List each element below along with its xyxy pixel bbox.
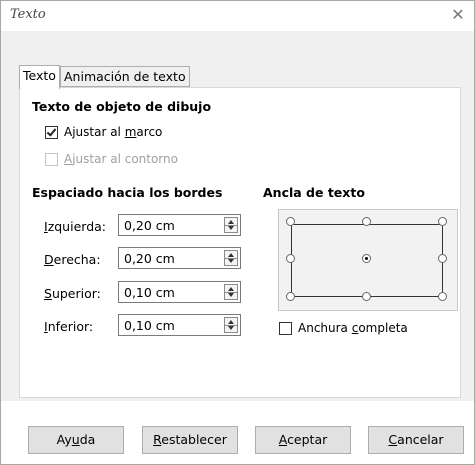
anchor-bottom-center-radio[interactable] bbox=[362, 292, 371, 301]
top-spacing-value[interactable]: 0,10 cm bbox=[124, 285, 175, 300]
drawing-object-heading: Texto de objeto de dibujo bbox=[32, 99, 212, 114]
right-label: Derecha: bbox=[44, 252, 101, 267]
bottom-spacing-stepper[interactable] bbox=[224, 317, 238, 333]
anchor-top-right-radio[interactable] bbox=[438, 217, 447, 226]
anchor-middle-right-radio[interactable] bbox=[438, 254, 447, 263]
text-anchor-control[interactable] bbox=[278, 209, 458, 311]
cancel-button[interactable]: Cancelar bbox=[368, 426, 464, 454]
right-spacing-field[interactable]: 0,20 cm bbox=[118, 247, 241, 269]
stepper-up-icon[interactable] bbox=[228, 220, 234, 224]
fit-frame-label: Ajustar al marco bbox=[64, 125, 163, 139]
anchor-top-center-radio[interactable] bbox=[362, 217, 371, 226]
tab-texto-label: Texto bbox=[23, 68, 56, 83]
anchor-bottom-left-radio[interactable] bbox=[286, 292, 295, 301]
left-label: Izquierda: bbox=[44, 219, 106, 234]
top-label: Superior: bbox=[44, 286, 101, 301]
fit-frame-checkbox[interactable]: Ajustar al marco bbox=[45, 125, 162, 139]
dialog-title: Texto bbox=[10, 7, 46, 22]
fit-contour-check-box[interactable] bbox=[45, 152, 58, 166]
fit-contour-checkbox[interactable]: Ajustar al contorno bbox=[45, 152, 178, 166]
anchor-center-radio[interactable] bbox=[362, 254, 371, 263]
stepper-up-icon[interactable] bbox=[228, 287, 234, 291]
stepper-up-icon[interactable] bbox=[228, 320, 234, 324]
right-spacing-value[interactable]: 0,20 cm bbox=[124, 251, 175, 266]
title-bar: Texto ✕ bbox=[1, 1, 474, 31]
anchor-bottom-right-radio[interactable] bbox=[438, 292, 447, 301]
stepper-down-icon[interactable] bbox=[228, 259, 234, 263]
right-spacing-stepper[interactable] bbox=[224, 250, 238, 266]
help-button[interactable]: Ayuda bbox=[28, 426, 124, 454]
ok-button[interactable]: Aceptar bbox=[255, 426, 351, 454]
stepper-down-icon[interactable] bbox=[228, 226, 234, 230]
fit-frame-check-box[interactable] bbox=[45, 125, 58, 139]
anchor-middle-left-radio[interactable] bbox=[286, 254, 295, 263]
top-spacing-stepper[interactable] bbox=[224, 284, 238, 300]
full-width-check-box[interactable] bbox=[279, 321, 292, 335]
reset-button[interactable]: Restablecer bbox=[142, 426, 238, 454]
stepper-down-icon[interactable] bbox=[228, 326, 234, 330]
top-spacing-field[interactable]: 0,10 cm bbox=[118, 281, 241, 303]
anchor-heading: Ancla de texto bbox=[263, 185, 365, 200]
left-spacing-value[interactable]: 0,20 cm bbox=[124, 218, 175, 233]
bottom-label: Inferior: bbox=[44, 319, 94, 334]
tab-animacion-de-texto[interactable]: Animación de texto bbox=[60, 66, 190, 87]
text-dialog: Texto ✕ Texto Animación de texto Texto d… bbox=[0, 0, 475, 465]
tab-texto[interactable]: Texto bbox=[19, 65, 60, 89]
full-width-checkbox[interactable]: Anchura completa bbox=[279, 321, 408, 335]
tab-animacion-label: Animación de texto bbox=[64, 69, 186, 84]
left-spacing-stepper[interactable] bbox=[224, 217, 238, 233]
bottom-spacing-value[interactable]: 0,10 cm bbox=[124, 318, 175, 333]
check-icon bbox=[46, 125, 57, 137]
stepper-up-icon[interactable] bbox=[228, 253, 234, 257]
bottom-spacing-field[interactable]: 0,10 cm bbox=[118, 314, 241, 336]
fit-contour-label: Ajustar al contorno bbox=[64, 152, 178, 166]
stepper-down-icon[interactable] bbox=[228, 293, 234, 297]
spacing-heading: Espaciado hacia los bordes bbox=[32, 185, 223, 200]
close-icon[interactable]: ✕ bbox=[448, 5, 468, 25]
full-width-label: Anchura completa bbox=[298, 321, 408, 335]
left-spacing-field[interactable]: 0,20 cm bbox=[118, 214, 241, 236]
anchor-top-left-radio[interactable] bbox=[286, 217, 295, 226]
